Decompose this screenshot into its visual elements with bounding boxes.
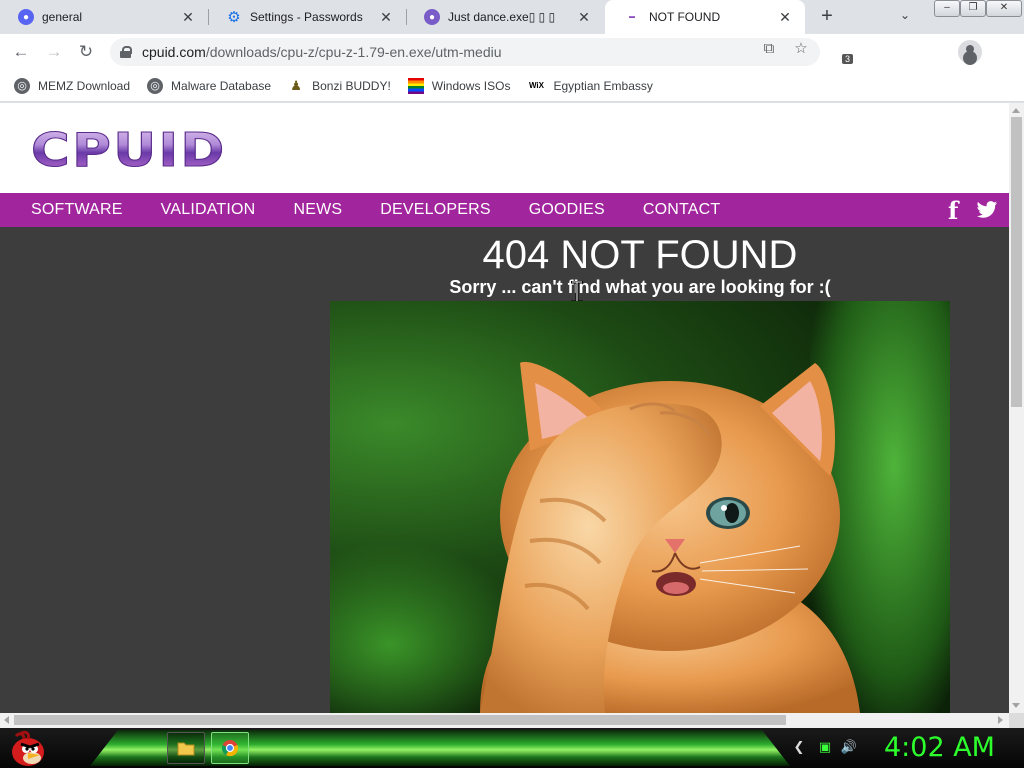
tab-search-icon[interactable]: ⌄: [896, 8, 914, 26]
twitter-icon[interactable]: [976, 193, 998, 227]
scrollbar-corner: [1009, 713, 1024, 728]
profile-avatar[interactable]: [958, 40, 982, 64]
bookmark-label: Egyptian Embassy: [553, 78, 653, 93]
browser-toolbar: ← → ↻ cpuid.com/downloads/cpu-z/cpu-z-1.…: [0, 34, 1024, 95]
nav-developers[interactable]: DEVELOPERS: [380, 201, 490, 219]
rainbow-flag-icon: [407, 77, 424, 94]
tab-title: Just dance.exe▯ ▯ ▯: [448, 10, 556, 24]
angry-bird-start-button-icon[interactable]: [6, 730, 46, 768]
restore-button[interactable]: ❐: [960, 0, 986, 17]
volume-icon[interactable]: 🔊: [840, 738, 858, 756]
taskbar: ❮ ▣ 🔊 4:02 AM: [0, 728, 1024, 768]
new-tab-button[interactable]: +: [816, 6, 838, 28]
bookmark-label: Malware Database: [171, 78, 272, 93]
horizontal-scrollbar[interactable]: [0, 713, 1024, 728]
folder-icon: [177, 742, 195, 756]
bonzi-icon: ♟: [290, 77, 302, 93]
nav-software[interactable]: SOFTWARE: [31, 201, 123, 219]
window-controls: – ❐ ✕: [928, 0, 1022, 17]
url-text[interactable]: cpuid.com/downloads/cpu-z/cpu-z-1.79-en.…: [142, 44, 820, 60]
nav-validation[interactable]: VALIDATION: [161, 201, 256, 219]
lock-icon[interactable]: [120, 46, 132, 58]
url-path: /downloads/cpu-z/cpu-z-1.79-en.exe/utm-m…: [205, 44, 502, 60]
close-icon[interactable]: ✕: [180, 9, 196, 25]
taskbar-clock[interactable]: 4:02 AM: [884, 732, 995, 763]
globe-icon: ◎: [147, 77, 164, 94]
tab-title: NOT FOUND: [649, 10, 721, 24]
wix-icon: WiX: [528, 81, 544, 90]
bookmark-star-icon[interactable]: ☆: [792, 40, 810, 58]
error-subtitle: Sorry ... can't find what you are lookin…: [449, 277, 831, 297]
site-nav: SOFTWARE VALIDATION NEWS DEVELOPERS GOOD…: [0, 193, 1009, 227]
bookmark-bonzi-buddy[interactable]: ♟ Bonzi BUDDY!: [288, 78, 391, 94]
bookmark-windows-isos[interactable]: Windows ISOs: [407, 77, 511, 94]
forward-button[interactable]: →: [42, 40, 66, 64]
scroll-right-arrow-icon[interactable]: [998, 716, 1003, 724]
site-header: CPUID: [0, 103, 1009, 193]
tab-not-found[interactable]: ▬ NOT FOUND ✕: [605, 0, 805, 34]
close-icon[interactable]: ✕: [576, 9, 592, 25]
nav-contact[interactable]: CONTACT: [643, 201, 721, 219]
tab-general[interactable]: ● general ✕: [0, 0, 208, 34]
network-icon[interactable]: ▣: [816, 738, 834, 756]
share-icon[interactable]: ⧉: [760, 40, 778, 58]
url-host: cpuid.com: [142, 44, 206, 60]
back-button[interactable]: ←: [9, 40, 33, 64]
file-explorer-taskbar-button[interactable]: [167, 732, 205, 764]
bookmark-memz-download[interactable]: ◎ MEMZ Download: [14, 77, 131, 94]
vertical-scrollbar[interactable]: [1009, 103, 1024, 713]
nav-goodies[interactable]: GOODIES: [529, 201, 605, 219]
close-icon[interactable]: ✕: [777, 9, 793, 25]
nav-news[interactable]: NEWS: [293, 201, 342, 219]
bookmark-label: Bonzi BUDDY!: [312, 78, 391, 93]
bookmark-malware-database[interactable]: ◎ Malware Database: [147, 77, 272, 94]
error-title: 404 NOT FOUND: [482, 233, 798, 277]
cpuid-icon: ▬: [629, 14, 635, 20]
chrome-icon: [221, 740, 239, 757]
tab-settings-passwords[interactable]: ⚙ Settings - Passwords ✕: [208, 0, 406, 34]
tab-just-dance[interactable]: ● Just dance.exe▯ ▯ ▯ ✕: [406, 0, 604, 34]
facepalm-kitten-image: [330, 301, 950, 713]
gear-icon: ⚙: [227, 9, 241, 26]
scroll-left-arrow-icon[interactable]: [4, 716, 9, 724]
scroll-up-arrow-icon[interactable]: [1012, 108, 1020, 113]
discord-icon: ●: [18, 9, 34, 25]
tab-title: Settings - Passwords: [250, 10, 363, 24]
address-bar[interactable]: cpuid.com/downloads/cpu-z/cpu-z-1.79-en.…: [110, 38, 820, 66]
vertical-scroll-thumb[interactable]: [1011, 117, 1022, 407]
extension-badge: 3: [842, 54, 854, 64]
page-viewport: CPUID SOFTWARE VALIDATION NEWS DEVELOPER…: [0, 103, 1009, 713]
show-hidden-icons-icon[interactable]: ❮: [790, 738, 808, 756]
close-window-button[interactable]: ✕: [986, 0, 1022, 17]
cpuid-logo[interactable]: CPUID: [30, 123, 227, 178]
chrome-taskbar-button[interactable]: [211, 732, 249, 764]
reload-button[interactable]: ↻: [74, 40, 98, 64]
scroll-down-arrow-icon[interactable]: [1012, 703, 1020, 708]
bookmark-label: Windows ISOs: [431, 78, 511, 93]
bookmark-egyptian-embassy[interactable]: WiX Egyptian Embassy: [527, 78, 653, 94]
bookmark-label: MEMZ Download: [38, 78, 131, 93]
facebook-icon[interactable]: f: [948, 193, 958, 227]
tab-strip: ● general ✕ ⚙ Settings - Passwords ✕ ● J…: [0, 0, 1024, 34]
app-icon: ●: [424, 9, 440, 25]
bookmarks-bar: ◎ MEMZ Download ◎ Malware Database ♟ Bon…: [0, 70, 1024, 102]
globe-icon: ◎: [14, 77, 30, 94]
minimize-button[interactable]: –: [934, 0, 960, 17]
kitten-illustration: [480, 361, 860, 713]
tab-title: general: [42, 10, 83, 24]
close-icon[interactable]: ✕: [378, 9, 394, 25]
horizontal-scroll-thumb[interactable]: [14, 715, 786, 725]
ibeam-cursor-icon: [571, 281, 583, 303]
